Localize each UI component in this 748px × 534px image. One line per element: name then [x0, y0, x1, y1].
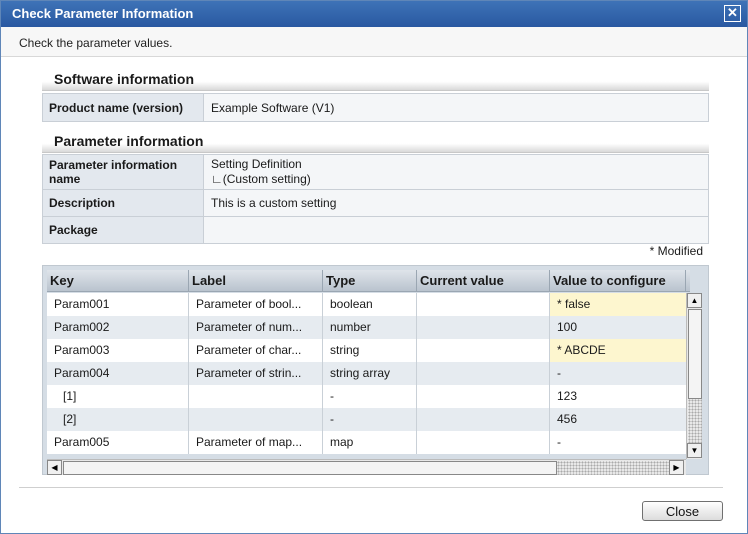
table-row[interactable]: Param001 Parameter of bool... boolean * fal… [47, 293, 690, 316]
cell-label: Parameter of map... [189, 431, 323, 454]
horizontal-scrollbar[interactable]: ◀ ▶ [47, 459, 686, 475]
cell-label [189, 385, 323, 408]
parameter-grid: Key Label Type Current value Value to co… [42, 265, 709, 475]
cell-label: Parameter of num... [189, 316, 323, 339]
scroll-left-icon[interactable]: ◀ [47, 460, 62, 475]
cell-current-value [417, 408, 550, 431]
close-button[interactable]: Close [642, 501, 723, 521]
package-label: Package [42, 216, 204, 244]
cell-key: [2] [47, 408, 189, 431]
cell-type: boolean [323, 293, 417, 316]
table-row[interactable]: [1] - 123 [47, 385, 690, 408]
product-name-label: Product name (version) [42, 93, 204, 122]
cell-label: Parameter of char... [189, 339, 323, 362]
parameter-section-title: Parameter information [42, 131, 709, 153]
dialog-titlebar: Check Parameter Information ✕ [1, 1, 747, 27]
cell-key: Param003 [47, 339, 189, 362]
cell-key: Param001 [47, 293, 189, 316]
grid-header: Key Label Type Current value Value to co… [47, 270, 690, 292]
cell-value-to-configure: * false [550, 293, 686, 316]
parameter-name-value: Setting Definition ∟(Custom setting) [203, 154, 709, 190]
table-row[interactable]: Param002 Parameter of num... number 100 [47, 316, 690, 339]
instruction-text: Check the parameter values. [1, 27, 747, 57]
cell-label [189, 408, 323, 431]
table-row[interactable]: Param004 Parameter of strin... string arra… [47, 362, 690, 385]
cell-value-to-configure: - [557, 366, 561, 380]
cell-type: map [323, 431, 417, 454]
cell-type: - [323, 385, 417, 408]
column-header-type[interactable]: Type [323, 270, 417, 292]
table-row[interactable]: [2] - 456 [47, 408, 690, 431]
product-name-value: Example Software (V1) [203, 93, 709, 122]
modified-legend: * Modified [649, 244, 703, 258]
parameter-info-table: Parameter information name Setting Defin… [42, 154, 709, 244]
vertical-scrollbar[interactable]: ▲ ▼ [686, 293, 702, 459]
close-icon[interactable]: ✕ [724, 5, 741, 22]
cell-type: - [323, 408, 417, 431]
product-name-row: Product name (version) Example Software … [42, 93, 709, 122]
cell-value-to-configure: 123 [557, 389, 578, 403]
scroll-right-icon[interactable]: ▶ [669, 460, 684, 475]
cell-current-value [417, 293, 550, 316]
description-label: Description [42, 189, 204, 217]
parameter-name-line1: Setting Definition [211, 157, 302, 171]
scroll-down-icon[interactable]: ▼ [687, 443, 702, 458]
cell-key: Param004 [47, 362, 189, 385]
description-value: This is a custom setting [203, 189, 709, 217]
check-parameter-dialog: Check Parameter Information ✕ Check the … [0, 0, 748, 534]
dialog-content: Software information Product name (versi… [1, 57, 747, 533]
cell-value-to-configure: 100 [557, 320, 578, 334]
cell-key: [1] [47, 385, 189, 408]
column-header-label[interactable]: Label [189, 270, 323, 292]
cell-value-to-configure: * ABCDE [550, 339, 686, 362]
cell-current-value [417, 385, 550, 408]
footer-divider [19, 487, 723, 488]
cell-type: string array [323, 362, 417, 385]
scroll-up-icon[interactable]: ▲ [687, 293, 702, 308]
package-row: Package [42, 216, 709, 244]
table-row[interactable]: Param005 Parameter of map... map - [47, 431, 690, 454]
cell-current-value [417, 431, 550, 454]
horizontal-scroll-track[interactable] [557, 461, 669, 475]
vertical-scroll-thumb[interactable] [688, 309, 702, 399]
dialog-title: Check Parameter Information [12, 6, 194, 21]
cell-current-value [417, 339, 550, 362]
vertical-scroll-track[interactable] [688, 399, 702, 443]
cell-current-value [417, 316, 550, 339]
horizontal-scroll-thumb[interactable] [63, 461, 557, 475]
package-value [203, 216, 709, 244]
cell-value-to-configure: - [557, 435, 561, 449]
cell-type: number [323, 316, 417, 339]
column-header-current-value[interactable]: Current value [417, 270, 550, 292]
cell-key: Param002 [47, 316, 189, 339]
cell-value-to-configure: 456 [557, 412, 578, 426]
table-row[interactable]: Param003 Parameter of char... string * ABCD… [47, 339, 690, 362]
software-section-title: Software information [42, 69, 709, 91]
cell-type: string [323, 339, 417, 362]
description-row: Description This is a custom setting [42, 189, 709, 217]
parameter-name-row: Parameter information name Setting Defin… [42, 154, 709, 190]
cell-key: Param005 [47, 431, 189, 454]
cell-label: Parameter of bool... [189, 293, 323, 316]
cell-current-value [417, 362, 550, 385]
column-header-key[interactable]: Key [47, 270, 189, 292]
parameter-name-label: Parameter information name [42, 154, 204, 190]
software-info-table: Product name (version) Example Software … [42, 93, 709, 122]
cell-label: Parameter of strin... [189, 362, 323, 385]
column-header-value-to-configure[interactable]: Value to configure [550, 270, 686, 292]
parameter-name-line2: ∟(Custom setting) [211, 172, 311, 186]
